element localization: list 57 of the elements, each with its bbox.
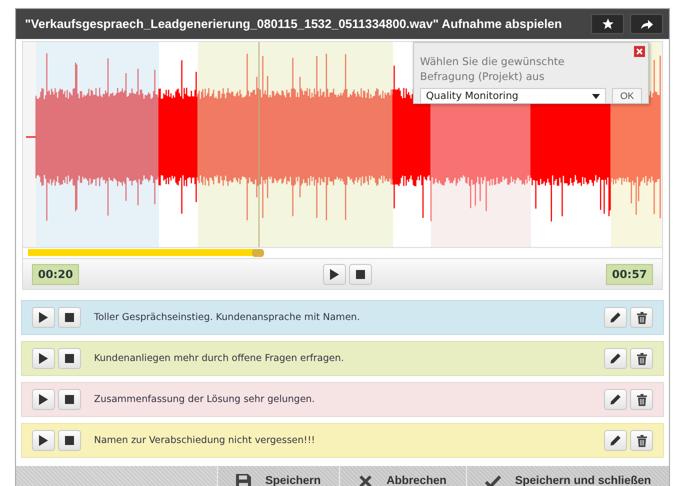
- share-arrow-icon: [640, 18, 654, 30]
- share-button[interactable]: [630, 14, 663, 34]
- play-button[interactable]: [32, 348, 55, 369]
- delete-button[interactable]: [630, 348, 653, 369]
- progress-handle[interactable]: [252, 249, 264, 257]
- comment-text: Toller Gesprächseinstieg. Kundenansprache mit Namen.: [94, 312, 361, 323]
- trash-icon: [636, 352, 646, 364]
- cross-icon: [359, 474, 372, 486]
- trash-icon: [636, 394, 646, 406]
- stop-button[interactable]: [58, 389, 81, 410]
- stop-button[interactable]: [58, 348, 81, 369]
- progress-track[interactable]: [23, 247, 662, 258]
- star-icon: [602, 18, 614, 30]
- comment-text: Kundenanliegen mehr durch offene Fragen erfragen.: [94, 353, 345, 364]
- ok-button[interactable]: OK: [612, 88, 642, 104]
- popup-prompt: Wählen Sie die gewünschte Befragung (Projekt) aus: [420, 55, 566, 85]
- play-icon: [39, 353, 48, 364]
- stop-icon: [65, 436, 74, 445]
- play-icon: [39, 435, 48, 446]
- pencil-icon: [610, 312, 621, 323]
- play-button[interactable]: [32, 307, 55, 328]
- comment-text: Zusammenfassung der Lösung sehr gelungen.: [94, 394, 316, 405]
- play-icon: [330, 268, 339, 280]
- close-icon[interactable]: [634, 46, 645, 57]
- delete-button[interactable]: [630, 389, 653, 410]
- edit-button[interactable]: [604, 389, 627, 410]
- play-button[interactable]: [32, 430, 55, 451]
- dropdown-caret-icon: [592, 94, 600, 98]
- stop-icon: [356, 270, 365, 278]
- edit-button[interactable]: [604, 348, 627, 369]
- play-button[interactable]: [323, 264, 346, 284]
- star-button[interactable]: [591, 14, 624, 34]
- project-dropdown[interactable]: Quality Monitoring: [420, 88, 606, 104]
- elapsed-time: 00:20: [32, 264, 80, 284]
- stop-button[interactable]: [349, 264, 372, 284]
- pencil-icon: [610, 394, 621, 405]
- edit-button[interactable]: [604, 307, 627, 328]
- delete-button[interactable]: [630, 430, 653, 451]
- play-button[interactable]: [32, 389, 55, 410]
- footer-button[interactable]: Abbrechen: [339, 466, 466, 486]
- edit-button[interactable]: [604, 430, 627, 451]
- checkmark-icon: [484, 474, 501, 486]
- trash-icon: [636, 312, 646, 324]
- stop-button[interactable]: [58, 307, 81, 328]
- comment-text: Namen zur Verabschiedung nicht vergessen!!!: [94, 435, 316, 446]
- stop-button[interactable]: [58, 430, 81, 451]
- pencil-icon: [610, 353, 621, 364]
- stop-icon: [65, 313, 74, 322]
- stop-icon: [65, 395, 74, 404]
- delete-button[interactable]: [630, 307, 653, 328]
- play-icon: [39, 394, 48, 405]
- pencil-icon: [610, 435, 621, 446]
- stop-icon: [65, 354, 74, 363]
- play-icon: [39, 312, 48, 323]
- window-title: "Verkaufsgespraech_Leadgenerierung_080115_1532_0511334800.wav" Aufnahme abspielen: [25, 17, 563, 31]
- total-time: 00:57: [606, 264, 653, 284]
- trash-icon: [636, 434, 646, 446]
